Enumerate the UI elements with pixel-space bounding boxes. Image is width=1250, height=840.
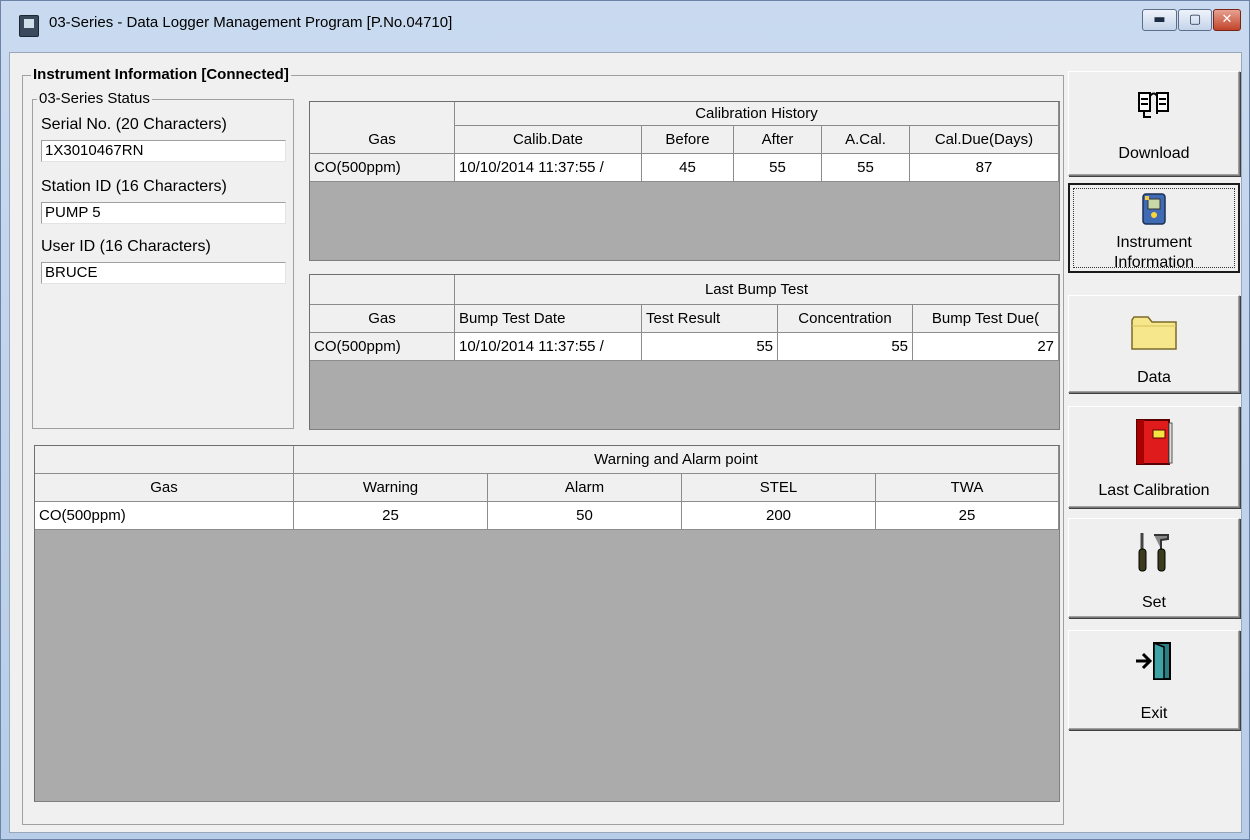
bump-cell-due[interactable]: 27	[913, 333, 1059, 361]
alarm-cell-stel[interactable]: 200	[682, 502, 876, 530]
bump-column-header-date[interactable]: Bump Test Date	[455, 305, 642, 333]
user-id-label: User ID (16 Characters)	[41, 238, 211, 255]
status-group: 03-Series Status Serial No. (20 Characte…	[32, 90, 294, 429]
column-header-calib-date[interactable]: Calib.Date	[455, 126, 642, 154]
bump-cell-result[interactable]: 55	[642, 333, 778, 361]
alarm-column-header-warning[interactable]: Warning	[294, 474, 488, 502]
window-title: 03-Series - Data Logger Management Progr…	[49, 14, 453, 31]
alarm-points-grid[interactable]: Warning and Alarm point Gas Warning Alar…	[34, 445, 1060, 802]
instrument-information-label-line1: Instrument	[1116, 234, 1192, 251]
column-header-after[interactable]: After	[734, 126, 822, 154]
cell-a-cal[interactable]: 55	[822, 154, 910, 182]
alarm-cell-alarm[interactable]: 50	[488, 502, 682, 530]
cell-before[interactable]: 45	[642, 154, 734, 182]
alarm-column-header-gas[interactable]: Gas	[35, 474, 294, 502]
bump-corner-cell	[310, 275, 455, 305]
app-icon[interactable]	[19, 15, 39, 37]
alarm-row-gas[interactable]: CO(500ppm)	[35, 502, 294, 530]
exit-button[interactable]: Exit	[1068, 630, 1240, 730]
data-button[interactable]: Data	[1068, 295, 1240, 393]
cell-cal-due[interactable]: 87	[910, 154, 1059, 182]
minimize-button[interactable]: ▬	[1142, 9, 1177, 31]
column-header-a-cal[interactable]: A.Cal.	[822, 126, 910, 154]
calibration-history-grid[interactable]: Calibration History Gas Calib.Date Befor…	[309, 101, 1060, 261]
serial-number-label: Serial No. (20 Characters)	[41, 116, 227, 133]
bump-test-title: Last Bump Test	[455, 275, 1059, 305]
bump-cell-date[interactable]: 10/10/2014 11:37:55 /	[455, 333, 642, 361]
bump-column-header-concentration[interactable]: Concentration	[778, 305, 913, 333]
download-label: Download	[1118, 145, 1190, 162]
cell-after[interactable]: 55	[734, 154, 822, 182]
main-window: 03-Series - Data Logger Management Progr…	[0, 0, 1250, 840]
station-id-label: Station ID (16 Characters)	[41, 178, 227, 195]
bump-column-header-due[interactable]: Bump Test Due(	[913, 305, 1059, 333]
column-header-before[interactable]: Before	[642, 126, 734, 154]
row-header-gas[interactable]: CO(500ppm)	[310, 154, 455, 182]
data-label: Data	[1137, 369, 1171, 386]
last-calibration-label: Last Calibration	[1098, 482, 1210, 499]
instrument-icon	[1142, 193, 1166, 225]
column-header-gas[interactable]: Gas	[310, 126, 455, 154]
user-id-field[interactable]: BRUCE	[41, 262, 286, 284]
bump-column-header-gas[interactable]: Gas	[310, 305, 455, 333]
bump-test-grid[interactable]: Last Bump Test Gas Bump Test Date Test R…	[309, 274, 1060, 430]
alarm-column-header-stel[interactable]: STEL	[682, 474, 876, 502]
download-icon	[1138, 92, 1169, 118]
alarm-column-header-alarm[interactable]: Alarm	[488, 474, 682, 502]
maximize-button[interactable]: ▢	[1178, 9, 1212, 31]
set-label: Set	[1141, 594, 1166, 611]
set-button[interactable]: Set	[1068, 518, 1240, 618]
alarm-corner-cell	[35, 446, 294, 474]
alarm-cell-warning[interactable]: 25	[294, 502, 488, 530]
download-button[interactable]: Download	[1068, 71, 1240, 176]
bump-cell-concentration[interactable]: 55	[778, 333, 913, 361]
title-bar[interactable]: 03-Series - Data Logger Management Progr…	[1, 1, 1249, 51]
serial-number-field[interactable]: 1X3010467RN	[41, 140, 286, 162]
exit-label: Exit	[1140, 705, 1168, 722]
alarm-cell-twa[interactable]: 25	[876, 502, 1059, 530]
exit-door-icon	[1136, 641, 1171, 680]
station-id-field[interactable]: PUMP 5	[41, 202, 286, 224]
cell-calib-date[interactable]: 10/10/2014 11:37:55 /	[455, 154, 642, 182]
folder-icon	[1131, 316, 1177, 350]
book-icon	[1136, 419, 1173, 465]
instrument-information-button[interactable]: Instrument Information	[1068, 183, 1240, 273]
bump-row-header-gas[interactable]: CO(500ppm)	[310, 333, 455, 361]
tools-icon	[1138, 533, 1169, 572]
bump-column-header-result[interactable]: Test Result	[642, 305, 778, 333]
alarm-points-title: Warning and Alarm point	[294, 446, 1059, 474]
last-calibration-button[interactable]: Last Calibration	[1068, 406, 1240, 508]
alarm-column-header-twa[interactable]: TWA	[876, 474, 1059, 502]
instrument-information-legend: Instrument Information [Connected]	[31, 66, 291, 83]
calibration-history-title: Calibration History	[455, 102, 1059, 126]
client-area: Instrument Information [Connected] 03-Se…	[9, 52, 1242, 833]
close-button[interactable]: ✕	[1213, 9, 1241, 31]
instrument-information-label-line2: Information	[1113, 254, 1195, 271]
status-legend: 03-Series Status	[37, 90, 152, 107]
column-header-cal-due[interactable]: Cal.Due(Days)	[910, 126, 1059, 154]
